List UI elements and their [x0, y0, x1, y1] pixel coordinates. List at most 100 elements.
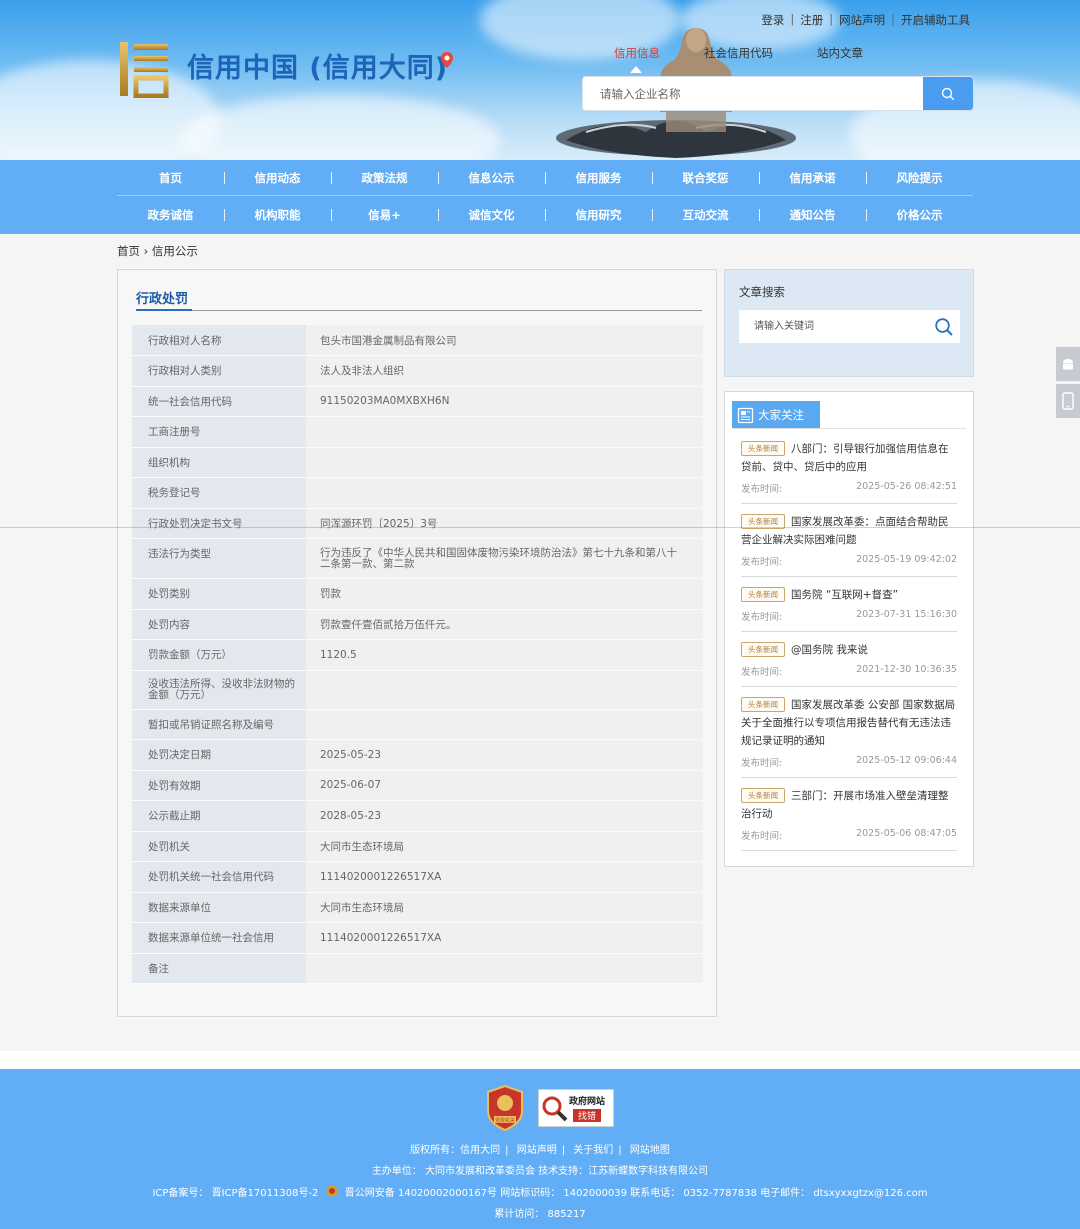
- news-meta: 发布时间: 2021-12-30 10:36:35: [741, 664, 957, 678]
- field-value: 同浑源环罚〔2025〕3号: [306, 508, 703, 539]
- title-underline: [136, 309, 192, 311]
- field-label: 罚款金额（万元）: [132, 639, 306, 671]
- nav-item-notices[interactable]: 通知公告: [759, 197, 866, 233]
- article-search-input[interactable]: [739, 310, 929, 343]
- nav-item-interaction[interactable]: 互动交流: [652, 197, 759, 233]
- news-title-line: 头条新闻 国家发展改革委 公安部 国家数据局关于全面推行以专项信用报告替代有无违法…: [741, 696, 957, 750]
- site-header: 信用中国 (信用大同) 登录 | 注册 | 网站声明 | 开启辅助工具 信用信息…: [0, 0, 1080, 160]
- nav-item-info-disclosure[interactable]: 信息公示: [438, 160, 545, 195]
- news-item[interactable]: 头条新闻 三部门：开展市场准入壁垒清理整治行动 发布时间: 2025-05-06 0…: [741, 787, 957, 851]
- tab-social-credit-code[interactable]: 社会信用代码: [704, 45, 773, 61]
- breadcrumb-current[interactable]: 信用公示: [152, 244, 198, 258]
- nav-item-integrity-culture[interactable]: 诚信文化: [438, 197, 545, 233]
- nav-item-credit-commitment[interactable]: 信用承诺: [759, 160, 866, 195]
- police-badge-icon: [326, 1185, 338, 1197]
- table-row: 备注: [132, 953, 703, 984]
- field-label: 没收违法所得、没收非法财物的金额（万元）: [132, 670, 306, 710]
- sitemap-link[interactable]: 网站地图: [630, 1145, 670, 1156]
- top-links: 登录 | 注册 | 网站声明 | 开启辅助工具: [761, 12, 970, 28]
- site-title[interactable]: 信用中国 (信用大同): [187, 46, 448, 85]
- active-tab-pointer: [630, 66, 642, 73]
- enterprise-search-input[interactable]: [583, 77, 924, 110]
- table-row: 处罚内容 罚款壹仟壹佰贰拾万伍仟元。: [132, 609, 703, 640]
- statement-link[interactable]: 网站声明: [517, 1145, 557, 1156]
- separator: |: [790, 12, 795, 26]
- table-row: 公示截止期 2028-05-23: [132, 800, 703, 832]
- news-item[interactable]: 头条新闻 八部门：引导银行加强信用信息在贷前、贷中、贷后中的应用 发布时间: 202…: [741, 440, 957, 504]
- nav-item-joint-rewards[interactable]: 联合奖惩: [652, 160, 759, 195]
- news-item[interactable]: 头条新闻 @国务院 我来说 发布时间: 2021-12-30 10:36:35: [741, 641, 957, 687]
- nav-item-functions[interactable]: 机构职能: [224, 197, 331, 233]
- table-row: 统一社会信用代码 91150203MA0MXBXH6N: [132, 386, 703, 417]
- nav-item-credit-research[interactable]: 信用研究: [545, 197, 652, 233]
- table-row: 数据来源单位 大同市生态环境局: [132, 892, 703, 923]
- separator: |: [618, 1145, 622, 1156]
- publish-date: 2025-05-06 08:47:05: [856, 828, 957, 839]
- icp-record[interactable]: ICP备案号： 晋ICP备17011308号-2: [152, 1188, 318, 1199]
- divider: [732, 428, 966, 429]
- search-tabs: 信用信息 社会信用代码 站内文章: [614, 45, 907, 61]
- android-app-button[interactable]: [1056, 347, 1080, 381]
- nav-item-xinyi-plus[interactable]: 信易+: [331, 197, 438, 233]
- nav-item-policies[interactable]: 政策法规: [331, 160, 438, 195]
- gov-badge-text: 党政机关: [495, 1117, 515, 1124]
- table-row: 处罚机关统一社会信用代码 1114020001226517XA: [132, 861, 703, 893]
- field-value: [306, 477, 703, 509]
- copyright-link[interactable]: 版权所有：信用大同: [410, 1145, 500, 1156]
- search-icon[interactable]: [934, 317, 954, 337]
- footer-host: 主办单位： 大同市发展和改革委员会 技术支持：江苏新蝶数字科技有限公司: [371, 1166, 709, 1177]
- tab-credit-info[interactable]: 信用信息: [614, 45, 660, 61]
- login-link[interactable]: 登录: [761, 12, 784, 28]
- field-value: 大同市生态环境局: [306, 892, 703, 923]
- mobile-app-button[interactable]: [1056, 384, 1080, 418]
- police-record[interactable]: 晋公网安备 14020002000167号 网站标识码： 1402000039 …: [345, 1188, 928, 1199]
- headline-tag: 头条新闻: [741, 587, 785, 602]
- nav-item-credit-news[interactable]: 信用动态: [224, 160, 331, 195]
- enterprise-search-box: [582, 76, 974, 111]
- table-row: 行政相对人名称 包头市国港金属制品有限公司: [132, 325, 703, 356]
- nav-item-risk-alert[interactable]: 风险提示: [866, 160, 973, 195]
- breadcrumb-home[interactable]: 首页: [117, 244, 140, 258]
- site-statement-link[interactable]: 网站声明: [839, 12, 885, 28]
- footer-gap: [0, 1051, 1080, 1069]
- field-value: [306, 709, 703, 740]
- news-item[interactable]: 头条新闻 国务院 “互联网+督查” 发布时间: 2023-07-31 15:16:3…: [741, 586, 957, 632]
- publish-label: 发布时间:: [741, 612, 783, 623]
- news-meta: 发布时间: 2025-05-06 08:47:05: [741, 828, 957, 842]
- nav-item-home[interactable]: 首页: [117, 160, 224, 195]
- nav-item-gov-integrity[interactable]: 政务诚信: [117, 197, 224, 233]
- divider: [136, 310, 702, 311]
- table-row: 行政处罚决定书文号 同浑源环罚〔2025〕3号: [132, 508, 703, 539]
- accessibility-tools-link[interactable]: 开启辅助工具: [901, 12, 970, 28]
- logo-icon[interactable]: [116, 40, 172, 98]
- field-label: 处罚机关统一社会信用代码: [132, 861, 306, 893]
- news-list: 头条新闻 八部门：引导银行加强信用信息在贷前、贷中、贷后中的应用 发布时间: 202…: [741, 440, 957, 860]
- register-link[interactable]: 注册: [800, 12, 823, 28]
- news-title-line: 头条新闻 三部门：开展市场准入壁垒清理整治行动: [741, 787, 957, 823]
- news-title[interactable]: 国务院 “互联网+督查”: [791, 589, 898, 601]
- field-value: 1114020001226517XA: [306, 922, 703, 954]
- gov-site-report-badge[interactable]: 政府网站 找错: [538, 1089, 614, 1127]
- table-row: 处罚机关 大同市生态环境局: [132, 831, 703, 862]
- separator: |: [829, 12, 834, 26]
- footer-badges: 党政机关 政府网站 找错: [486, 1085, 614, 1131]
- publish-label: 发布时间:: [741, 557, 783, 568]
- news-meta: 发布时间: 2025-05-12 09:06:44: [741, 755, 957, 769]
- nav-item-credit-services[interactable]: 信用服务: [545, 160, 652, 195]
- table-row: 组织机构: [132, 447, 703, 478]
- gov-agency-badge[interactable]: 党政机关: [486, 1085, 524, 1131]
- news-item[interactable]: 头条新闻 国家发展改革委 公安部 国家数据局关于全面推行以专项信用报告替代有无违法…: [741, 696, 957, 778]
- article-search-title: 文章搜索: [739, 285, 785, 299]
- field-value: 2025-05-23: [306, 739, 703, 771]
- field-label: 处罚有效期: [132, 770, 306, 801]
- nav-item-price-disclosure[interactable]: 价格公示: [866, 197, 973, 233]
- tab-site-articles[interactable]: 站内文章: [817, 45, 863, 61]
- field-label: 处罚决定日期: [132, 739, 306, 771]
- about-link[interactable]: 关于我们: [573, 1145, 613, 1156]
- headline-tag: 头条新闻: [741, 441, 785, 456]
- publish-label: 发布时间:: [741, 831, 783, 842]
- news-title[interactable]: @国务院 我来说: [791, 644, 868, 656]
- news-item[interactable]: 头条新闻 国家发展改革委：点面结合帮助民营企业解决实际困难问题 发布时间: 2025…: [741, 513, 957, 577]
- publish-date: 2025-05-12 09:06:44: [856, 755, 957, 766]
- search-button[interactable]: [923, 77, 973, 110]
